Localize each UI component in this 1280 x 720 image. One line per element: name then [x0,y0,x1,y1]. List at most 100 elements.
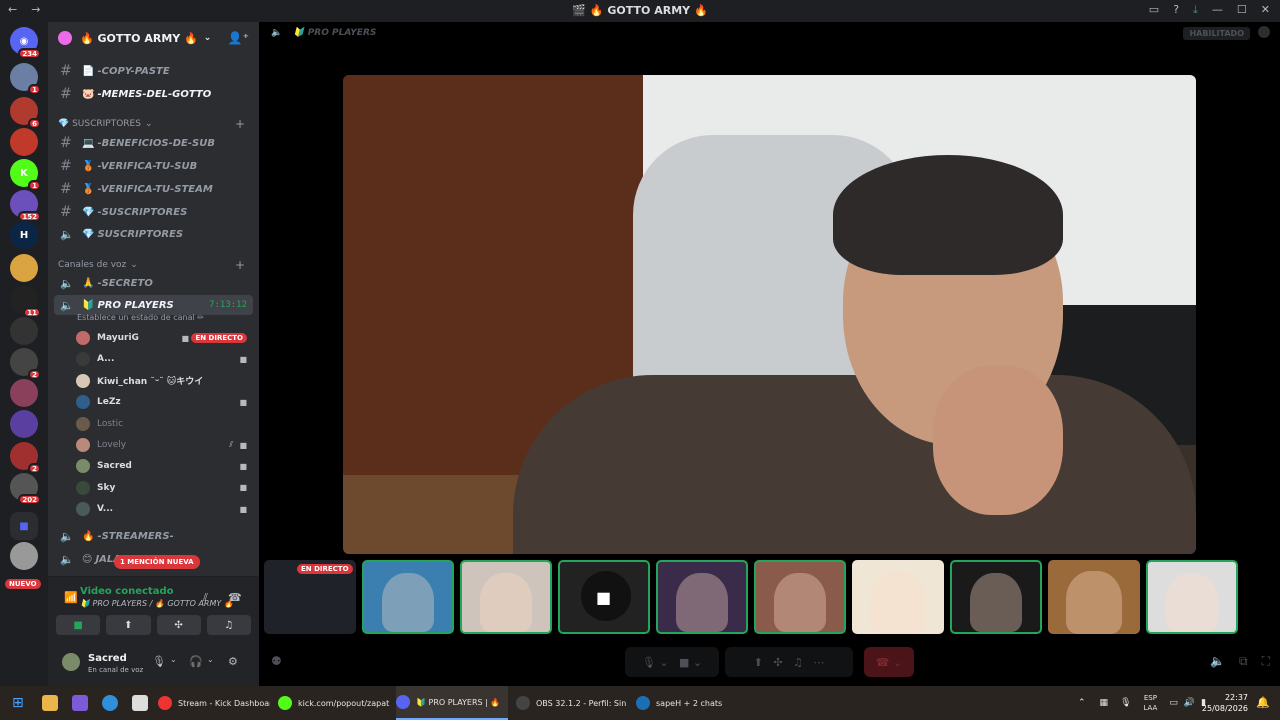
popout-icon[interactable]: ⧉ [1239,654,1248,669]
server-icon[interactable] [10,410,38,438]
taskbar-window[interactable]: kick.com/popout/zapati [278,686,390,720]
participant-tile[interactable] [1146,560,1238,634]
channel-beneficios[interactable]: # 💻 -BENEFICIOS-DE-SUB [54,133,253,153]
camera-button[interactable]: ■ [56,615,101,635]
server-icon[interactable] [10,254,38,282]
voice-user[interactable]: Sacred ■ [76,456,251,476]
disconnect-icon[interactable]: ☎ [228,591,242,604]
store-icon[interactable] [132,695,148,711]
noise-suppression-icon[interactable]: ⫽ [203,591,208,605]
server-icon[interactable]: 1 [10,63,41,95]
screen-share-button[interactable]: ⬆ [106,615,151,635]
voice-channel-pro-players[interactable]: 🔈 🔰 PRO PLAYERS 7:13:12 [54,295,253,315]
add-channel-icon[interactable]: + [235,117,245,131]
taskbar-window[interactable]: 🔰 PRO PLAYERS | 🔥 [396,686,508,720]
clock[interactable]: 22:37 25/08/2026 [1202,692,1248,714]
server-folder[interactable]: ■ [10,512,38,540]
voice-user[interactable]: A... ■ [76,349,251,369]
mic-control[interactable]: 🎙 ⌄ ■ ⌄ [625,647,719,677]
channel-verifica-sub[interactable]: # 🥉 -VERIFICA-TU-SUB [54,156,253,176]
download-icon[interactable]: ⤓ [1193,3,1198,17]
share-controls[interactable]: ⬆ ✣ ♫ ⋯ [725,647,853,677]
minimize-icon[interactable]: — [1212,3,1223,17]
volume-icon[interactable]: 🔈 [1210,654,1225,669]
inbox-icon[interactable]: ▭ [1149,3,1159,17]
signal-icon[interactable]: 📶 [64,591,78,604]
speaker-icon[interactable]: 🔊 [1184,698,1195,708]
network-icon[interactable]: ▭ [1169,698,1178,708]
server-icon[interactable] [10,128,38,156]
server-icon[interactable]: 2 [10,442,41,474]
server-icon[interactable] [10,379,38,407]
channel-verifica-steam[interactable]: # 🥉 -VERIFICA-TU-STEAM [54,179,253,199]
voice-location[interactable]: 🔰 PRO PLAYERS / 🔥 GOTTO ARMY 🔥 [80,599,234,608]
server-new[interactable] [10,542,38,570]
chevron-up-icon[interactable]: ⌃ [1078,698,1086,708]
taskbar-window[interactable]: sapeH + 2 chats [636,686,724,720]
voice-user[interactable]: LeZz ■ [76,392,251,412]
voice-user[interactable]: Lostic [76,414,251,434]
participant-tile[interactable]: EN DIRECTO [264,560,356,634]
copilot-icon[interactable] [72,695,88,711]
channel-suscriptores[interactable]: # 💎 -SUSCRIPTORES [54,202,253,222]
home-button[interactable]: ◉ 234 [10,27,41,59]
server-icon[interactable]: 202 [10,473,41,505]
more-icon[interactable] [1258,26,1270,38]
server-icon[interactable]: 152 [10,190,41,222]
voice-channel-suscriptores[interactable]: 🔈 💎 SUSCRIPTORES [54,224,253,244]
server-icon[interactable]: K1 [10,159,41,191]
category-voz[interactable]: Canales de voz ⌄ + [58,258,253,272]
server-icon[interactable]: 11 [10,286,41,318]
channel-memes[interactable]: # 🐷 -MEMES-DEL-GOTTO [54,84,253,104]
new-mention-badge[interactable]: 1 MENCIÓN NUEVA [114,555,200,569]
voice-user[interactable]: Kiwi_chan ˘ᵕ˘ 🐱キウイ [76,371,251,391]
voice-user[interactable]: MayuriG ■ EN DIRECTO [76,328,251,348]
language-indicator[interactable]: ESP LAA [1144,693,1158,713]
participant-tile[interactable] [656,560,748,634]
taskbar-window[interactable]: Stream - Kick Dashboard [158,686,270,720]
channel-copy-paste[interactable]: # 📄 -COPY-PASTE [54,61,253,81]
tray-app-icon[interactable]: ▦ [1100,698,1109,708]
category-suscriptores[interactable]: 💎 SUSCRIPTORES ⌄ + [58,117,253,131]
server-icon[interactable] [10,317,38,345]
voice-user[interactable]: V... ■ [76,499,251,519]
avatar[interactable] [60,651,82,673]
add-user-icon[interactable]: 👤⁺ [228,31,249,45]
participant-tile[interactable] [950,560,1042,634]
soundboard-button[interactable]: ♫ [206,615,251,635]
habilitado-badge[interactable]: HABILITADO [1183,27,1250,40]
help-icon[interactable]: ? [1173,3,1179,17]
voice-channel-secreto[interactable]: 🔈 🙏 -SECRETO [54,273,253,293]
participant-tile[interactable] [1048,560,1140,634]
windows-start-icon[interactable]: ⊞ [12,695,24,711]
chevron-down-icon[interactable]: ⌄ [207,655,214,664]
chevron-down-icon[interactable]: ⌄ [170,655,177,664]
voice-user[interactable]: Lovely ■ ⫽ [76,435,251,455]
taskbar-window[interactable]: OBS 32.1.2 - Perfil: Sin Tí [516,686,628,720]
server-icon[interactable]: 2 [10,348,41,380]
main-video-feed[interactable] [343,75,1196,554]
microphone-icon[interactable]: 🎙 [152,655,166,668]
add-channel-icon[interactable]: + [235,258,245,272]
gear-icon[interactable]: ⚙ [228,655,238,668]
notification-icon[interactable]: 🔔 [1256,696,1270,709]
headphones-icon[interactable]: 🎧 [189,655,203,668]
participant-tile[interactable]: ■ [558,560,650,634]
activities-button[interactable]: ✣ [156,615,201,635]
server-icon[interactable]: 6 [10,97,41,129]
voice-user[interactable]: Sky ■ [76,478,251,498]
file-explorer-icon[interactable] [42,695,58,711]
participants-icon[interactable]: ⚉ [271,654,282,668]
maximize-icon[interactable]: ☐ [1237,3,1247,17]
participant-tile[interactable] [852,560,944,634]
server-icon[interactable]: H [10,221,38,249]
participant-tile[interactable] [362,560,454,634]
participant-tile[interactable] [460,560,552,634]
end-call-button[interactable]: ☎ ⌄ [864,647,914,677]
voice-channel-streamers[interactable]: 🔈 🔥 -STREAMERS- [54,526,253,546]
server-header[interactable]: 🔥 GOTTO ARMY 🔥 ⌄ 👤⁺ [48,22,259,54]
microphone-icon[interactable]: 🎙 [1120,698,1131,708]
edge-icon[interactable] [102,695,118,711]
participant-tile[interactable] [754,560,846,634]
channel-status[interactable]: Establece un estado de canal ✏ [77,313,204,322]
